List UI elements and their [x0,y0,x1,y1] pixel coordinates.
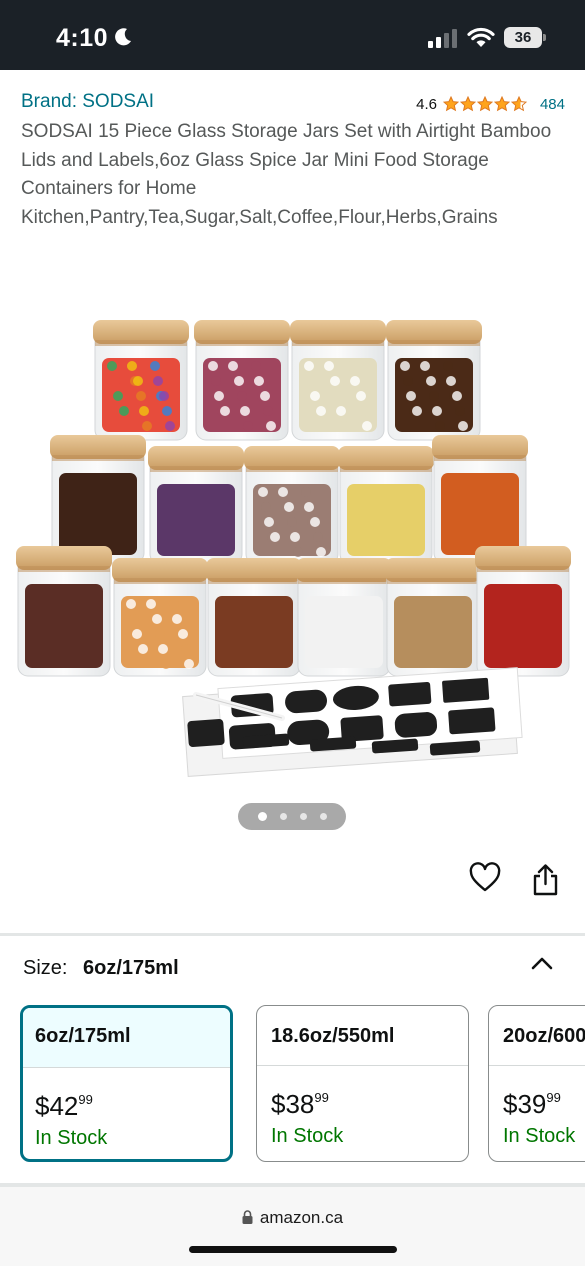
status-bar: 4:10 36 [0,0,585,70]
carousel-dot[interactable] [279,813,287,820]
price-cents: 99 [314,1090,329,1105]
storage-jar [432,435,528,564]
storage-jar [194,320,290,441]
size-option-20oz[interactable]: 20oz/600ml $3999 In Stock [488,1005,585,1162]
chalkboard-labels-sheet [182,667,523,777]
rating-value: 4.6 [416,95,437,113]
storage-jar [93,320,189,441]
storage-jar [16,546,112,677]
storage-jar [244,446,340,565]
price-dollars: $39 [503,1089,547,1119]
rating-count[interactable]: 484 [540,96,565,113]
battery-level: 36 [504,27,542,48]
browser-url[interactable]: amazon.ca [0,1208,585,1228]
stock-status: In Stock [503,1125,576,1147]
share-icon[interactable] [531,864,560,896]
status-time: 4:10 [56,24,109,52]
size-option-price: $3999 [489,1066,585,1118]
storage-jar [385,558,481,677]
star-icon [442,96,459,112]
star-icon [510,96,527,112]
price-cents: 99 [546,1090,561,1105]
carousel-dot[interactable] [257,812,267,821]
size-option-name: 20oz/600ml [489,1006,585,1066]
rating-summary[interactable]: 4.6 484 [416,94,565,114]
star-rating [442,96,528,112]
wifi-icon [467,27,495,47]
image-carousel-indicator[interactable] [238,803,346,830]
price-cents: 99 [78,1092,93,1107]
section-divider [0,933,585,936]
carousel-dot[interactable] [299,813,307,820]
url-text: amazon.ca [259,1208,344,1227]
price-dollars: $38 [271,1089,315,1119]
product-title: SODSAI 15 Piece Glass Storage Jars Set w… [21,121,552,228]
price-dollars: $42 [35,1091,79,1121]
star-icon [459,96,476,112]
selected-size: 6oz/175ml [83,957,179,979]
stock-status: In Stock [271,1125,344,1147]
carousel-dot[interactable] [319,813,327,820]
size-label: Size: [23,957,68,979]
storage-jar [290,320,386,441]
size-selector-header[interactable]: Size: 6oz/175ml [23,957,179,980]
size-option-6oz[interactable]: 6oz/175ml $4299 In Stock [20,1005,233,1162]
heart-icon[interactable] [469,862,501,894]
storage-jar [50,435,146,564]
storage-jar [338,446,434,565]
home-indicator[interactable] [189,1246,397,1253]
product-image[interactable] [10,300,575,790]
stock-status: In Stock [35,1127,108,1149]
cellular-signal-icon [428,29,457,48]
size-option-name: 18.6oz/550ml [257,1006,468,1066]
moon-icon [115,28,131,46]
storage-jar [386,320,482,441]
size-option-price: $4299 [23,1068,230,1120]
storage-jar [206,558,302,677]
lock-icon [242,1210,253,1224]
size-option-18-6oz[interactable]: 18.6oz/550ml $3899 In Stock [256,1005,469,1162]
brand-link[interactable]: Brand: SODSAI [21,91,154,113]
storage-jar [112,558,208,677]
star-icon [476,96,493,112]
storage-jar [148,446,244,565]
size-option-price: $3899 [257,1066,468,1118]
storage-jar [296,558,392,677]
size-options: 6oz/175ml $4299 In Stock 18.6oz/550ml $3… [20,1005,585,1163]
star-icon [493,96,510,112]
battery-icon: 36 [504,27,546,48]
chevron-up-icon[interactable] [530,953,554,973]
size-option-name: 6oz/175ml [23,1008,230,1068]
storage-jar [475,546,571,677]
